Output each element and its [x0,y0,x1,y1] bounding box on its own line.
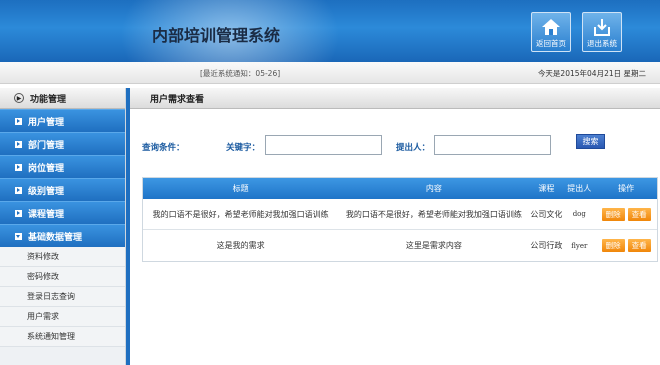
table-row: 我的口语不是很好，希望老师能对我加强口语训练 我的口语不是很好，希望老师能对我加… [143,199,657,230]
table-row: 这是我的需求 这里是需求内容 公司行政 flyer 删除 查看 [143,230,657,261]
column-header-actions: 操作 [618,184,635,193]
row-title: 这是我的需求 [216,241,265,250]
sidebar-item-departments[interactable]: 部门管理 [0,132,125,155]
collapsed-arrow-icon [15,117,22,125]
search-bar: 查询条件： 关键字： 提出人： 搜索 [130,134,660,158]
sidebar-title: 功能管理 [30,94,67,105]
row-title: 我的口语不是很好，希望老师能对我加强口语训练 [152,209,329,219]
column-header-title: 标题 [232,184,249,193]
sidebar-item-label: 用户管理 [28,117,65,128]
search-button[interactable]: 搜索 [576,134,605,149]
sidebar-subitem-user-requests[interactable]: 用户需求 [0,307,125,327]
page-title: 用户需求查看 [130,88,660,109]
row-course: 公司文化 [530,209,563,219]
delete-button[interactable]: 删除 [601,207,625,221]
view-button[interactable]: 查看 [627,239,651,252]
app-header: 内部培训管理系统 返回首页 退出系统 [0,0,660,62]
system-notice-link[interactable]: [最近系统通知：05-26] [200,68,280,79]
home-icon [542,19,560,35]
expand-circle-icon: ▶ [14,93,24,103]
collapsed-arrow-icon [15,163,22,171]
main-panel: 用户需求查看 查询条件： 关键字： 提出人： 搜索 标题 内容 课程 提出人 操… [130,88,660,365]
requests-table: 标题 内容 课程 提出人 操作 我的口语不是很好，希望老师能对我加强口语训练 我… [142,177,658,262]
row-actions: 删除 查看 [595,207,657,221]
row-content: 我的口语不是很好，希望老师能对我加强口语训练 [345,209,522,219]
collapsed-arrow-icon [15,140,22,148]
row-course: 公司行政 [530,241,563,250]
row-actions: 删除 查看 [595,239,657,252]
exit-icon [594,19,610,36]
exit-button-label: 退出系统 [587,39,617,48]
app-title: 内部培训管理系统 [152,26,281,45]
sidebar-item-basic-data[interactable]: 基础数据管理 [0,224,125,247]
condition-label: 查询条件： [142,143,185,153]
sidebar-subitem-login-log[interactable]: 登录日志查询 [0,287,125,307]
exit-button[interactable]: 退出系统 [582,12,622,52]
proposer-input[interactable] [434,135,551,155]
collapsed-arrow-icon [15,209,22,217]
home-button-label: 返回首页 [536,39,566,48]
view-button[interactable]: 查看 [627,207,651,221]
sidebar-item-courses[interactable]: 课程管理 [0,201,125,224]
home-button[interactable]: 返回首页 [531,12,571,52]
sidebar-item-label: 岗位管理 [28,163,65,174]
sidebar-item-levels[interactable]: 级别管理 [0,178,125,201]
keyword-input[interactable] [265,135,382,155]
sidebar-item-label: 课程管理 [28,209,65,220]
current-date: 今天是2015年04月21日 星期二 [537,69,646,78]
sidebar-item-label: 部门管理 [28,140,65,151]
column-header-content: 内容 [425,184,442,193]
expanded-arrow-icon [15,232,22,240]
sidebar-subitem-password[interactable]: 密码修改 [0,267,125,287]
row-content: 这里是需求内容 [405,241,462,250]
keyword-label: 关键字： [226,143,261,153]
row-proposer: flyer [571,241,588,250]
collapsed-arrow-icon [15,186,22,194]
proposer-label: 提出人： [396,143,431,153]
column-header-course: 课程 [538,184,555,193]
sidebar: ▶ 功能管理 用户管理 部门管理 岗位管理 级别管理 课程管理 基础数据管理 资… [0,88,126,365]
delete-button[interactable]: 删除 [601,239,625,252]
sidebar-item-label: 级别管理 [28,186,65,197]
sidebar-item-label: 基础数据管理 [28,232,83,243]
table-header: 标题 内容 课程 提出人 操作 [143,178,657,199]
column-header-proposer: 提出人 [567,184,592,193]
sidebar-item-users[interactable]: 用户管理 [0,109,125,132]
sidebar-subitem-profile[interactable]: 资料修改 [0,247,125,267]
row-proposer: dog [572,210,586,218]
sidebar-subitem-notices[interactable]: 系统通知管理 [0,327,125,347]
notice-bar: [最近系统通知：05-26] 今天是2015年04月21日 星期二 [0,62,660,84]
sidebar-header: ▶ 功能管理 [0,88,125,109]
sidebar-item-positions[interactable]: 岗位管理 [0,155,125,178]
